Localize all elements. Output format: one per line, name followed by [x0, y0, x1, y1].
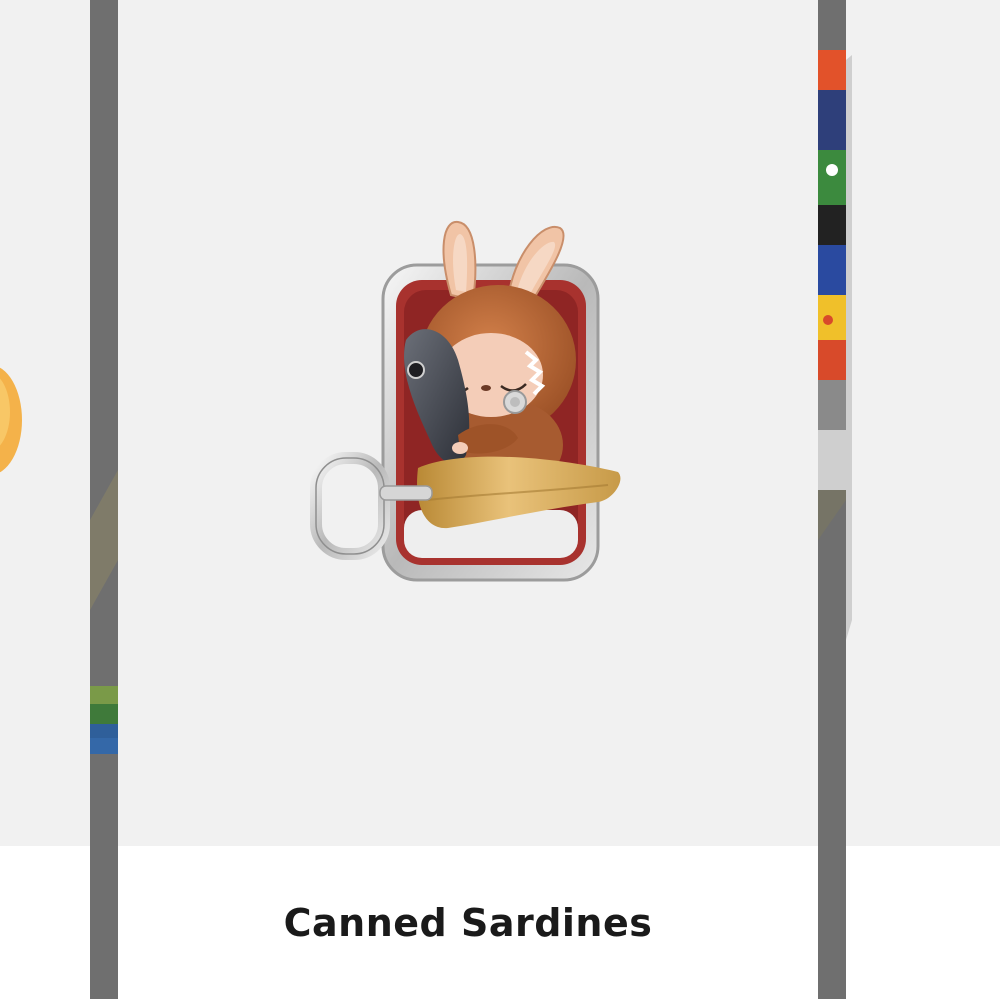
previous-caption-area: [0, 846, 90, 999]
product-image-area: [118, 0, 818, 846]
card-divider: [90, 0, 118, 999]
labubu-in-sardine-can-illustration: [310, 220, 621, 582]
next-product-image: [846, 0, 1000, 846]
next-product-peek-artwork: [818, 50, 846, 490]
next-caption-area: [846, 846, 1000, 999]
previous-product-image: [0, 0, 90, 846]
carousel-card-current[interactable]: Canned Sardines: [118, 0, 818, 999]
canned-sardines-figure-image: [308, 210, 628, 590]
carousel-card-previous[interactable]: [0, 0, 90, 999]
product-carousel[interactable]: Canned Sardines: [0, 0, 1000, 999]
product-name: Canned Sardines: [283, 901, 653, 945]
carousel-card-next[interactable]: [846, 0, 1000, 999]
product-caption-area: Canned Sardines: [118, 846, 818, 999]
